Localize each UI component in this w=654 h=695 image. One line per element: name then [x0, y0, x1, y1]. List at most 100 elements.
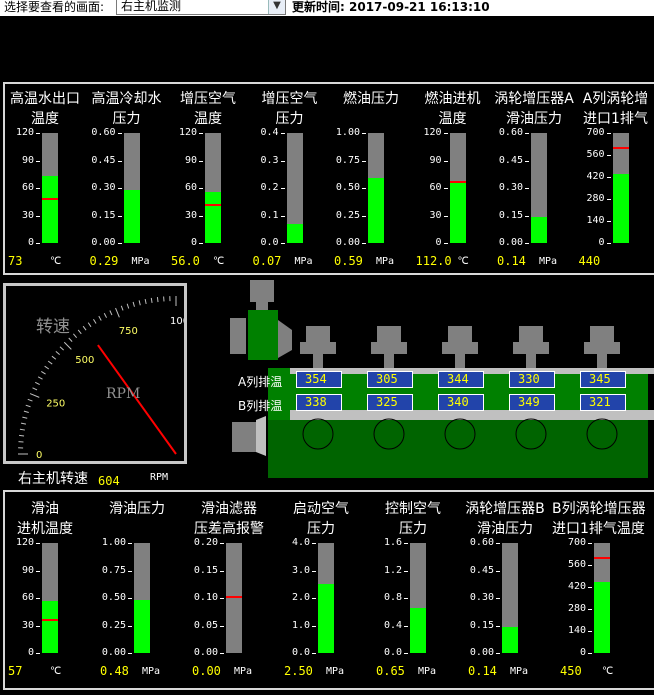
gauge-bar: [205, 133, 221, 243]
row-a-temp-cell: 305: [367, 371, 413, 388]
gauge-tick-label: 0.60: [469, 537, 494, 548]
row-a-temp-cell: 344: [438, 371, 484, 388]
gauge-tick-mark: [36, 160, 40, 162]
gauge-value: 57: [8, 664, 23, 678]
turbo-outlet: [278, 320, 292, 358]
gauge-tick-label: 1.00: [335, 127, 360, 138]
intake-manifold: [290, 410, 654, 420]
gauge-tick-label: 0: [27, 647, 34, 658]
gauge-tick-mark: [443, 215, 448, 217]
gauge-unit: MPa: [418, 666, 437, 677]
gauge-tick-label: 0.30: [498, 182, 523, 193]
cylinder-rocker: [371, 342, 407, 354]
gauge-tick-label: 0.60: [91, 127, 116, 138]
gauge-tick-label: 0: [190, 237, 197, 248]
speed-center-unit: RPM: [106, 386, 141, 402]
gauge-tick-mark: [404, 625, 408, 627]
screen-select[interactable]: 右主机监测 ▼: [116, 0, 286, 15]
speed-tick-mark: [20, 422, 27, 425]
chevron-down-icon[interactable]: ▼: [268, 0, 285, 14]
speed-tick-mark: [120, 305, 124, 311]
gauge-tick-mark: [220, 570, 224, 572]
gauge-fill: [449, 183, 466, 243]
gauge-value: 0.65: [376, 664, 405, 678]
gauge-tick-label: 0.00: [469, 647, 494, 658]
gauge-tick-label: 0.05: [193, 619, 218, 631]
gauge-alarm-line: [449, 181, 466, 184]
gauge-unit: MPa: [326, 666, 345, 677]
gauge-tick-label: 60: [184, 182, 197, 193]
gauge-subtitle: 压力: [275, 111, 304, 127]
gauge-bar: [449, 133, 466, 243]
gauge-tick-label: 0.00: [193, 647, 218, 658]
cylinder-neck: [455, 354, 465, 368]
speed-tick-mark: [27, 398, 33, 402]
gauge-tick-label: 0.0: [383, 647, 402, 658]
gauge-tick-mark: [496, 543, 500, 544]
gauge-subtitle: 滑油压力: [506, 111, 562, 127]
gauge-tick-label: 30: [21, 619, 34, 631]
gauge-value: 450: [560, 664, 582, 678]
gauge-tick-mark: [280, 133, 285, 134]
gauge-subtitle: 进口1排气温度: [552, 521, 645, 537]
flywheel-cap: [256, 416, 266, 456]
engine-diagram: A列排温 B列排温 354 338 305 325 344 340 330 349 345 321: [228, 280, 654, 480]
speed-tick-mark: [77, 329, 82, 335]
gauge-bar: [286, 133, 303, 243]
gauge-tick-mark: [117, 243, 122, 244]
gauge-tick-label: 0.30: [469, 592, 494, 603]
screen-select-value: 右主机监测: [121, 0, 182, 13]
gauge-subtitle: 温度: [31, 111, 59, 127]
bottom-gauge: 滑油压力 1.00 0.75 0.50 0.25 0.00 0.48 MPa: [92, 498, 182, 683]
gauge-unit: MPa: [234, 666, 253, 677]
gauge-tick-label: 30: [184, 209, 197, 221]
gauge-tick-mark: [36, 215, 40, 217]
gauge-tick-mark: [443, 160, 448, 162]
top-gauge: 高温冷却水 压力 0.60 0.45 0.30 0.15 0.00 0.29 MPa: [82, 88, 172, 273]
gauge-tick-mark: [404, 598, 408, 599]
gauge-tick-mark: [606, 133, 611, 134]
gauge-tick-label: 0.1: [260, 209, 279, 221]
bottom-gauge: 滑油 进机温度 120 90 60 30 0 57 ℃: [0, 498, 90, 683]
gauge-value: 0.07: [252, 254, 282, 268]
gauge-tick-label: 120: [178, 127, 197, 138]
gauge-tick-mark: [199, 160, 203, 162]
gauge-tick-label: 120: [423, 127, 442, 138]
gauge-tick-label: 90: [184, 154, 197, 166]
gauge-bar: [226, 543, 242, 653]
gauge-fill: [42, 600, 58, 653]
gauge-title: 燃油进机: [424, 91, 481, 107]
gauge-tick-label: 0.60: [498, 127, 523, 138]
gauge-fill: [134, 600, 150, 653]
gauge-fill: [410, 608, 426, 653]
gauge-value: 0.14: [468, 664, 497, 678]
cylinder-neck: [384, 354, 394, 368]
speed-gauge: 0 250 500 750 1000 转速 RPM: [3, 283, 187, 464]
gauge-tick-label: 280: [586, 193, 605, 204]
speed-tick-mark: [109, 310, 113, 316]
gauge-value: 440: [578, 254, 601, 268]
gauge-tick-label: 420: [586, 171, 605, 182]
gauge-tick-label: 0.75: [101, 564, 126, 576]
bottom-gauge: 启动空气 压力 4.0 3.0 2.0 1.0 0.0 2.50 MPa: [276, 498, 366, 683]
gauge-tick-label: 0.50: [335, 182, 360, 193]
gauge-bar: [594, 543, 610, 653]
gauge-tick-mark: [117, 215, 122, 217]
gauge-value: 2.50: [284, 664, 313, 678]
gauge-tick-mark: [496, 625, 500, 627]
gauge-tick-mark: [117, 160, 122, 162]
gauge-tick-label: 0.4: [383, 619, 402, 631]
gauge-tick-mark: [199, 133, 203, 134]
screen-select-label: 选择要查看的画面:: [4, 0, 105, 14]
gauge-bar: [502, 543, 518, 653]
gauge-tick-mark: [312, 625, 316, 627]
gauge-tick-label: 0.0: [260, 237, 279, 248]
flywheel: [232, 422, 256, 452]
gauge-title: 高温冷却水: [91, 91, 162, 107]
gauge-tick-mark: [36, 625, 40, 627]
gauge-tick-mark: [588, 543, 592, 544]
gauge-subtitle: 压力: [307, 521, 335, 537]
gauge-fill: [42, 176, 58, 243]
gauge-fill: [205, 191, 221, 243]
gauge-tick-label: 0: [435, 237, 442, 248]
